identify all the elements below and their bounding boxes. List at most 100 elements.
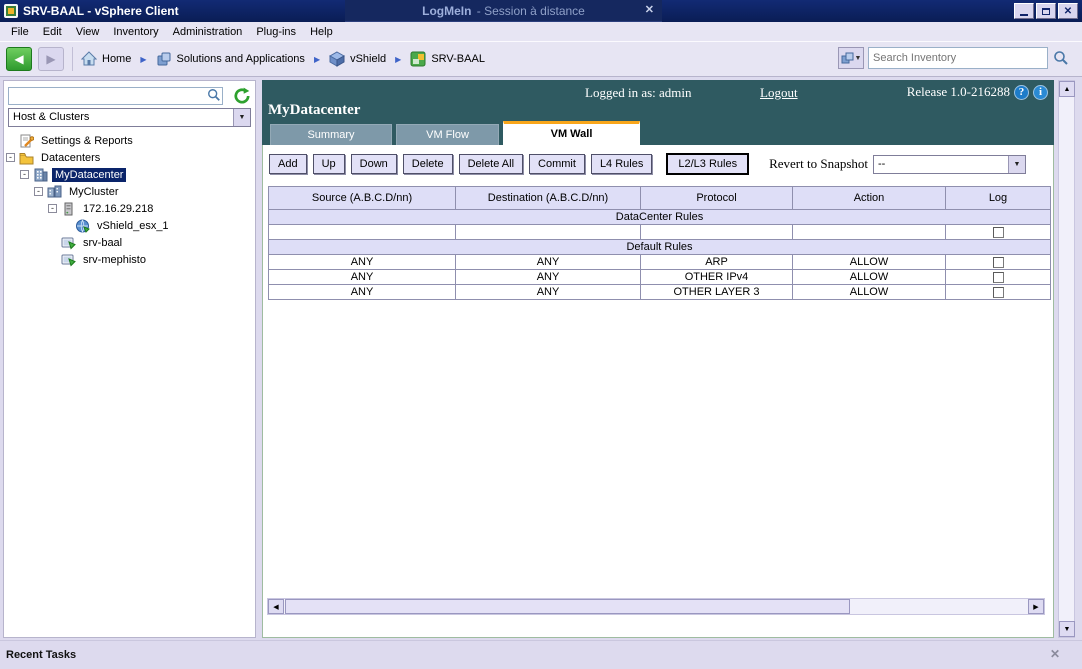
tab-summary[interactable]: Summary — [270, 124, 392, 145]
scroll-down-icon[interactable]: ▼ — [1059, 621, 1075, 637]
minimize-button[interactable] — [1014, 3, 1034, 19]
log-checkbox[interactable] — [992, 226, 1004, 238]
commit-button[interactable]: Commit — [529, 154, 585, 174]
search-scope-button[interactable]: ▼ — [838, 47, 864, 69]
log-checkbox[interactable] — [992, 286, 1004, 298]
column-header-destination[interactable]: Destination (A.B.C.D/nn) — [455, 186, 641, 210]
rule-row-other-ipv4[interactable]: ANY ANY OTHER IPv4 ALLOW — [268, 269, 1051, 285]
breadcrumb-vshield[interactable]: vShield — [329, 51, 386, 67]
rule-destination-cell[interactable]: ANY — [455, 254, 641, 270]
up-button[interactable]: Up — [312, 154, 345, 174]
logmein-session-bar[interactable]: LogMeIn - Session à distance ✕ — [345, 0, 662, 22]
tree-collapse-icon[interactable]: - — [6, 153, 15, 162]
tree-item-label[interactable]: vShield_esx_1 — [94, 219, 172, 233]
logout-link[interactable]: Logout — [760, 85, 798, 101]
tree-collapse-icon[interactable]: - — [48, 204, 57, 213]
column-header-protocol[interactable]: Protocol — [640, 186, 793, 210]
horizontal-scrollbar[interactable]: ◀ ▶ — [267, 598, 1045, 615]
search-button[interactable] — [1048, 47, 1074, 69]
scroll-up-icon[interactable]: ▲ — [1059, 81, 1075, 97]
breadcrumb-home-label[interactable]: Home — [102, 53, 131, 65]
rule-destination-cell[interactable]: ANY — [455, 284, 641, 300]
rule-action-cell[interactable] — [792, 224, 946, 240]
rule-source-cell[interactable]: ANY — [268, 254, 456, 270]
rule-source-cell[interactable]: ANY — [268, 284, 456, 300]
scroll-right-icon[interactable]: ▶ — [1028, 599, 1044, 614]
down-button[interactable]: Down — [350, 154, 397, 174]
log-checkbox[interactable] — [992, 256, 1004, 268]
rule-protocol-cell[interactable]: OTHER LAYER 3 — [640, 284, 793, 300]
tree-item-label[interactable]: Settings & Reports — [38, 134, 136, 148]
l2l3-rules-button[interactable]: L2/L3 Rules — [666, 153, 750, 175]
tree-item-label[interactable]: MyCluster — [66, 185, 122, 199]
breadcrumb-solutions-label[interactable]: Solutions and Applications — [177, 53, 305, 65]
breadcrumb-solutions[interactable]: Solutions and Applications — [156, 51, 305, 67]
l4-rules-button[interactable]: L4 Rules — [590, 154, 653, 174]
restore-button[interactable] — [1036, 3, 1056, 19]
tree-item-settings-reports[interactable]: Settings & Reports — [4, 132, 255, 149]
breadcrumb-srv-baal-label[interactable]: SRV-BAAL — [431, 53, 485, 65]
delete-all-button[interactable]: Delete All — [458, 154, 524, 174]
refresh-icon[interactable] — [233, 87, 251, 105]
log-checkbox[interactable] — [992, 271, 1004, 283]
rule-row-empty[interactable] — [268, 224, 1051, 240]
scroll-left-icon[interactable]: ◀ — [268, 599, 284, 614]
inventory-view-selector[interactable]: Host & Clusters ▼ — [8, 108, 251, 127]
tree-item-label[interactable]: 172.16.29.218 — [80, 202, 156, 216]
recent-tasks-close-icon[interactable]: ✕ — [1050, 647, 1060, 661]
menu-edit[interactable]: Edit — [36, 24, 69, 40]
rule-destination-cell[interactable] — [455, 224, 641, 240]
menu-inventory[interactable]: Inventory — [106, 24, 165, 40]
tree-item-host[interactable]: - 172.16.29.218 — [4, 200, 255, 217]
tree-item-datacenters[interactable]: - Datacenters — [4, 149, 255, 166]
rule-row-arp[interactable]: ANY ANY ARP ALLOW — [268, 254, 1051, 270]
rule-action-cell[interactable]: ALLOW — [792, 284, 946, 300]
menu-help[interactable]: Help — [303, 24, 340, 40]
column-header-log[interactable]: Log — [945, 186, 1051, 210]
rule-row-other-layer3[interactable]: ANY ANY OTHER LAYER 3 ALLOW — [268, 284, 1051, 300]
tree-item-mydatacenter[interactable]: - MyDatacenter — [4, 166, 255, 183]
revert-snapshot-dropdown[interactable]: -- ▼ — [873, 154, 1027, 174]
menu-file[interactable]: File — [4, 24, 36, 40]
tree-item-label-selected[interactable]: MyDatacenter — [52, 167, 127, 182]
tree-item-vshield-esx[interactable]: vShield_esx_1 — [4, 217, 255, 234]
inventory-filter-input[interactable] — [8, 87, 223, 105]
breadcrumb-srv-baal[interactable]: SRV-BAAL — [410, 51, 485, 67]
tree-item-label[interactable]: srv-mephisto — [80, 253, 149, 267]
breadcrumb-home[interactable]: Home — [81, 51, 131, 67]
help-icon[interactable]: ? — [1014, 84, 1029, 100]
search-inventory-input[interactable] — [868, 47, 1048, 69]
rule-source-cell[interactable] — [268, 224, 456, 240]
rule-protocol-cell[interactable] — [640, 224, 793, 240]
horizontal-scroll-thumb[interactable] — [285, 599, 850, 614]
tree-collapse-icon[interactable]: - — [20, 170, 29, 179]
dropdown-arrow-icon[interactable]: ▼ — [1008, 155, 1026, 173]
tab-vm-flow[interactable]: VM Flow — [396, 124, 499, 145]
tree-item-srv-baal[interactable]: srv-baal — [4, 234, 255, 251]
forward-button[interactable]: ▶ — [38, 47, 64, 71]
tab-vm-wall[interactable]: VM Wall — [503, 121, 640, 145]
menu-administration[interactable]: Administration — [166, 24, 250, 40]
rule-action-cell[interactable]: ALLOW — [792, 269, 946, 285]
tree-item-label[interactable]: Datacenters — [38, 151, 103, 165]
tree-item-mycluster[interactable]: - MyCluster — [4, 183, 255, 200]
logmein-close-icon[interactable]: ✕ — [645, 3, 654, 16]
close-button[interactable]: ✕ — [1058, 3, 1078, 19]
tree-collapse-icon[interactable]: - — [34, 187, 43, 196]
rule-destination-cell[interactable]: ANY — [455, 269, 641, 285]
dropdown-arrow-icon[interactable]: ▼ — [233, 109, 250, 126]
info-icon[interactable]: i — [1033, 84, 1048, 100]
add-button[interactable]: Add — [269, 154, 307, 174]
delete-button[interactable]: Delete — [402, 154, 453, 174]
rule-protocol-cell[interactable]: ARP — [640, 254, 793, 270]
tree-item-srv-mephisto[interactable]: srv-mephisto — [4, 251, 255, 268]
column-header-action[interactable]: Action — [792, 186, 946, 210]
menu-plugins[interactable]: Plug-ins — [249, 24, 303, 40]
vertical-scrollbar[interactable]: ▲ ▼ — [1058, 80, 1075, 638]
rule-protocol-cell[interactable]: OTHER IPv4 — [640, 269, 793, 285]
back-button[interactable]: ◀ — [6, 47, 32, 71]
breadcrumb-vshield-label[interactable]: vShield — [350, 53, 386, 65]
rule-source-cell[interactable]: ANY — [268, 269, 456, 285]
tree-item-label[interactable]: srv-baal — [80, 236, 125, 250]
menu-view[interactable]: View — [69, 24, 107, 40]
